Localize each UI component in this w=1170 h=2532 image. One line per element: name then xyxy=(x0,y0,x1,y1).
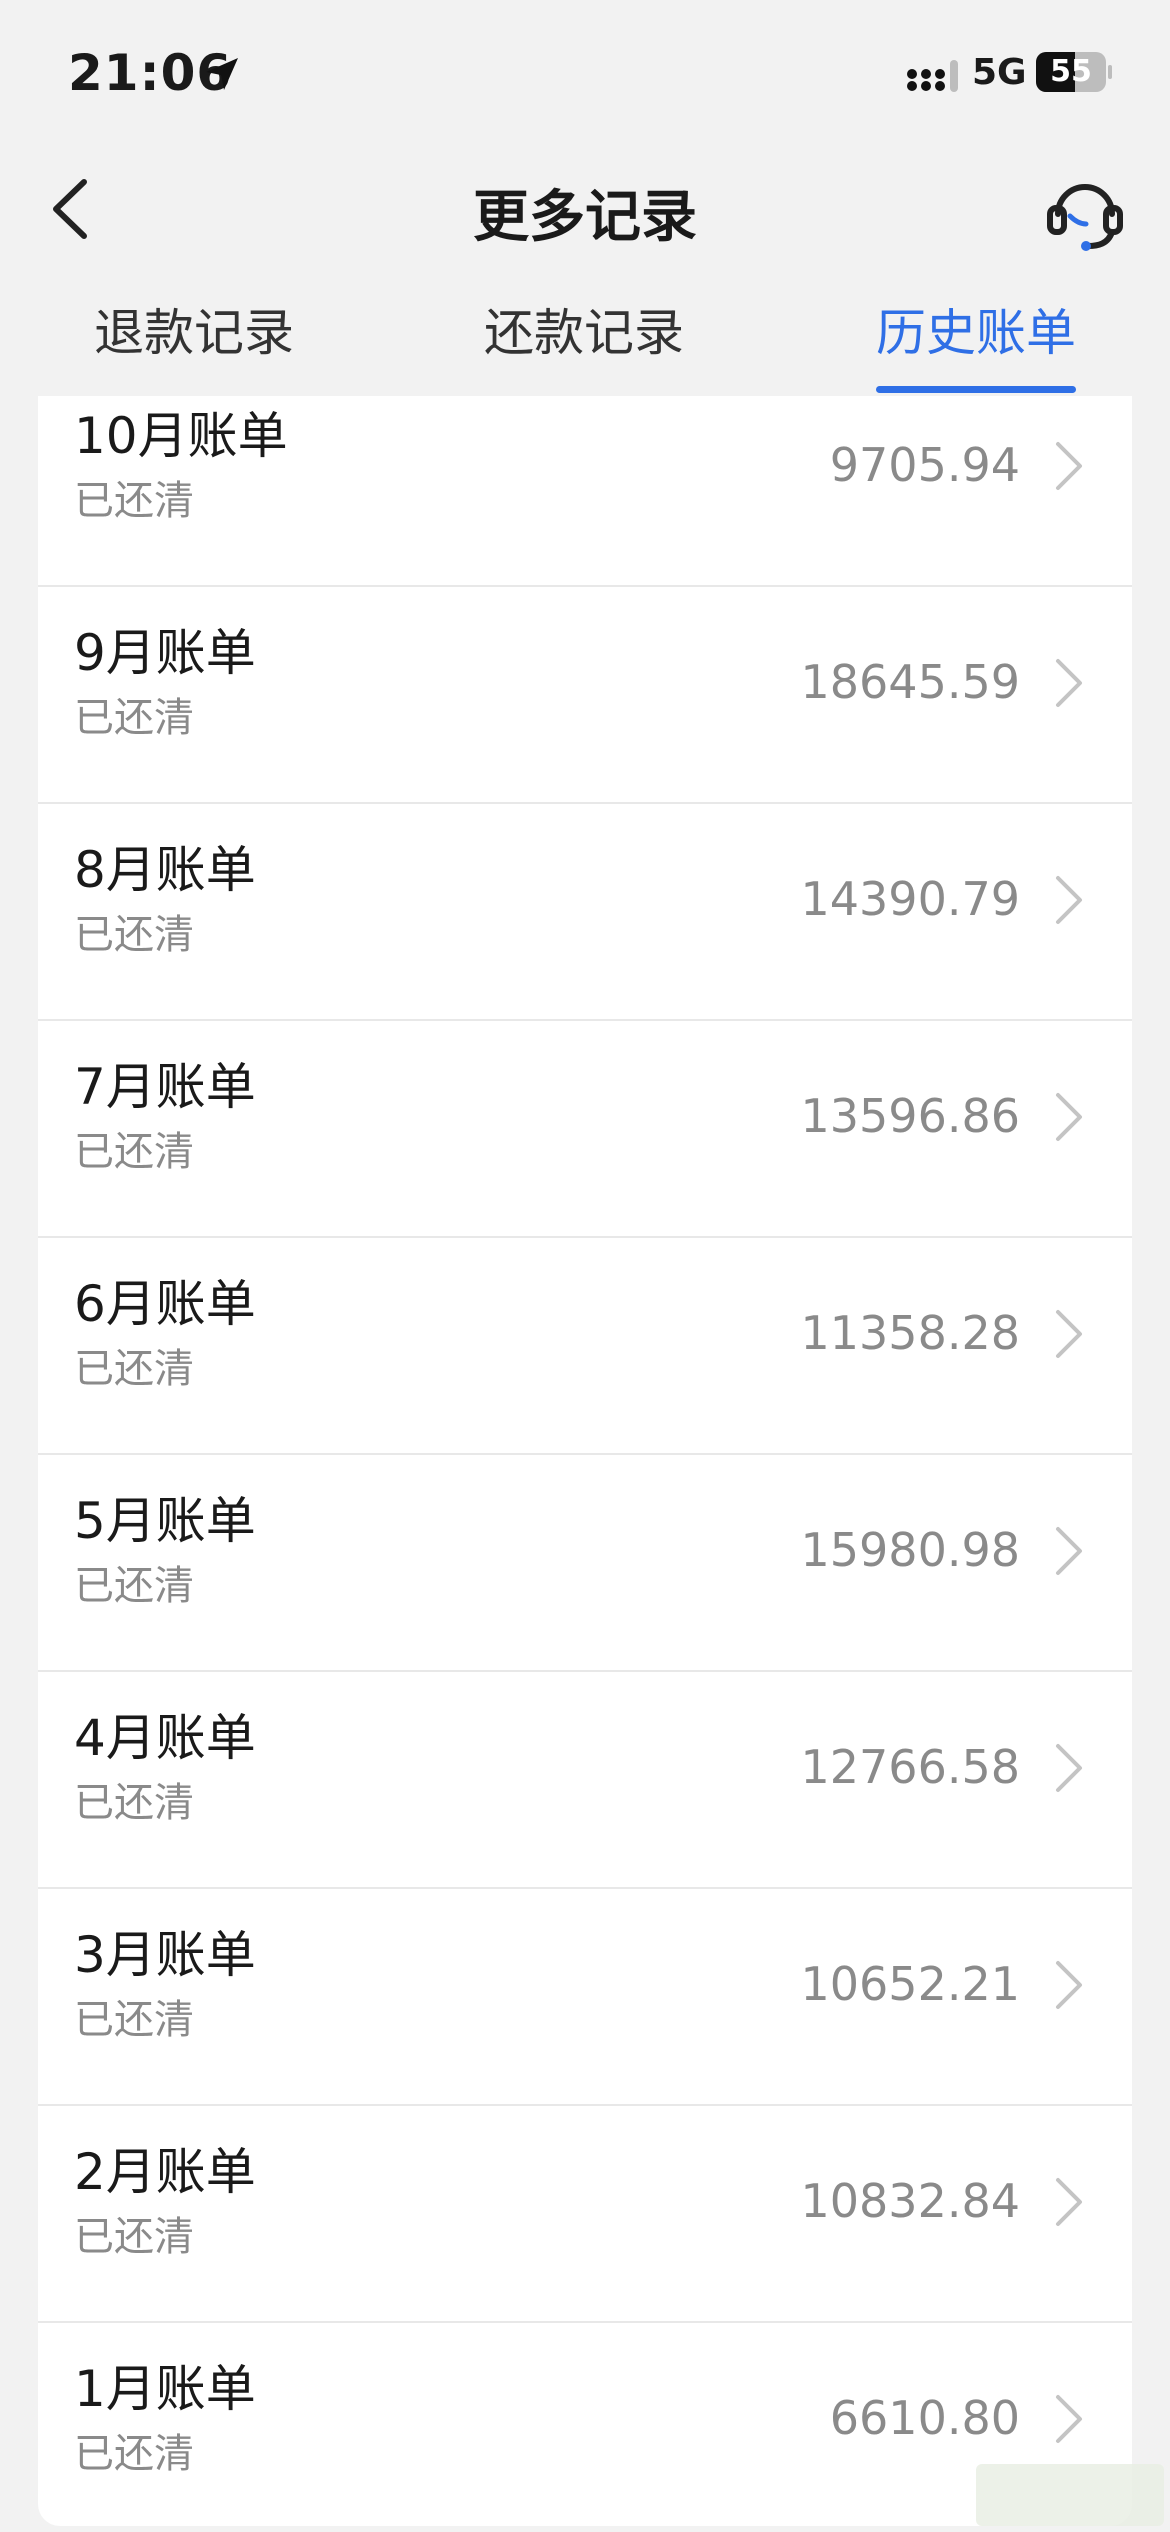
bill-row-june[interactable]: 6月账单 已还清 11358.28 xyxy=(38,1236,1132,1455)
tab-repayment-records[interactable]: 还款记录 xyxy=(464,290,704,396)
customer-service-headset-icon[interactable] xyxy=(1042,168,1128,254)
bill-row-april[interactable]: 4月账单 已还清 12766.58 xyxy=(38,1670,1132,1889)
location-arrow-icon xyxy=(206,58,238,90)
chevron-right-icon xyxy=(1056,1527,1082,1575)
bill-amount: 10832.84 xyxy=(800,2174,1021,2228)
bill-list: 10月账单 已还清 9705.94 9月账单 已还清 18645.59 8月账单… xyxy=(38,396,1132,2526)
bill-amount: 18645.59 xyxy=(800,655,1021,709)
chevron-right-icon xyxy=(1056,1744,1082,1792)
bill-status: 已还清 xyxy=(74,1346,194,1392)
bill-row-may[interactable]: 5月账单 已还清 15980.98 xyxy=(38,1453,1132,1672)
bill-amount: 13596.86 xyxy=(800,1089,1021,1143)
bill-title: 8月账单 xyxy=(74,841,256,899)
bill-title: 3月账单 xyxy=(74,1926,256,1984)
bill-amount: 11358.28 xyxy=(800,1306,1021,1360)
page-title: 更多记录 xyxy=(473,185,697,250)
bill-status: 已还清 xyxy=(74,2214,194,2260)
bill-title: 9月账单 xyxy=(74,624,256,682)
bill-title: 2月账单 xyxy=(74,2143,256,2201)
active-tab-indicator xyxy=(876,386,1076,393)
chevron-right-icon xyxy=(1056,1310,1082,1358)
bill-row-february[interactable]: 2月账单 已还清 10832.84 xyxy=(38,2104,1132,2323)
chevron-right-icon xyxy=(1056,2395,1082,2443)
chevron-right-icon xyxy=(1056,876,1082,924)
tab-history-bills[interactable]: 历史账单 xyxy=(856,290,1096,396)
bill-title: 7月账单 xyxy=(74,1058,256,1116)
bill-status: 已还清 xyxy=(74,1997,194,2043)
bill-row-august[interactable]: 8月账单 已还清 14390.79 xyxy=(38,802,1132,1021)
bill-status: 已还清 xyxy=(74,1780,194,1826)
bill-amount: 12766.58 xyxy=(800,1740,1021,1794)
network-type: 5G xyxy=(972,52,1027,93)
bill-title: 10月账单 xyxy=(74,407,288,465)
bill-title: 4月账单 xyxy=(74,1709,256,1767)
bill-title: 6月账单 xyxy=(74,1275,256,1333)
battery-icon: 55 xyxy=(1036,52,1112,92)
bill-title: 5月账单 xyxy=(74,1492,256,1550)
navigation-bar: 更多记录 xyxy=(0,150,1170,270)
status-bar: 21:06 5G 55 xyxy=(0,0,1170,150)
chevron-right-icon xyxy=(1056,1093,1082,1141)
chevron-right-icon xyxy=(1056,442,1082,490)
tab-bar: 退款记录 还款记录 历史账单 xyxy=(0,290,1170,396)
chevron-right-icon xyxy=(1056,2178,1082,2226)
bill-status: 已还清 xyxy=(74,1129,194,1175)
bill-status: 已还清 xyxy=(74,695,194,741)
cellular-signal-icon xyxy=(907,60,958,92)
bill-amount: 6610.80 xyxy=(829,2391,1020,2445)
bill-row-january[interactable]: 1月账单 已还清 6610.80 xyxy=(38,2321,1132,2526)
bill-status: 已还清 xyxy=(74,2431,194,2477)
bill-status: 已还清 xyxy=(74,478,194,524)
bill-status: 已还清 xyxy=(74,1563,194,1609)
bill-row-march[interactable]: 3月账单 已还清 10652.21 xyxy=(38,1887,1132,2106)
bill-row-july[interactable]: 7月账单 已还清 13596.86 xyxy=(38,1019,1132,1238)
bill-amount: 9705.94 xyxy=(829,438,1020,492)
bill-row-september[interactable]: 9月账单 已还清 18645.59 xyxy=(38,585,1132,804)
bill-amount: 15980.98 xyxy=(800,1523,1021,1577)
bill-row-october[interactable]: 10月账单 已还清 9705.94 xyxy=(38,396,1132,587)
bill-amount: 10652.21 xyxy=(800,1957,1021,2011)
chevron-right-icon xyxy=(1056,659,1082,707)
chevron-right-icon xyxy=(1056,1961,1082,2009)
tab-refund-records[interactable]: 退款记录 xyxy=(74,290,314,396)
bill-status: 已还清 xyxy=(74,912,194,958)
bill-amount: 14390.79 xyxy=(800,872,1021,926)
bill-title: 1月账单 xyxy=(74,2360,256,2418)
watermark-logo xyxy=(976,2464,1164,2526)
battery-percent: 55 xyxy=(1050,54,1092,89)
